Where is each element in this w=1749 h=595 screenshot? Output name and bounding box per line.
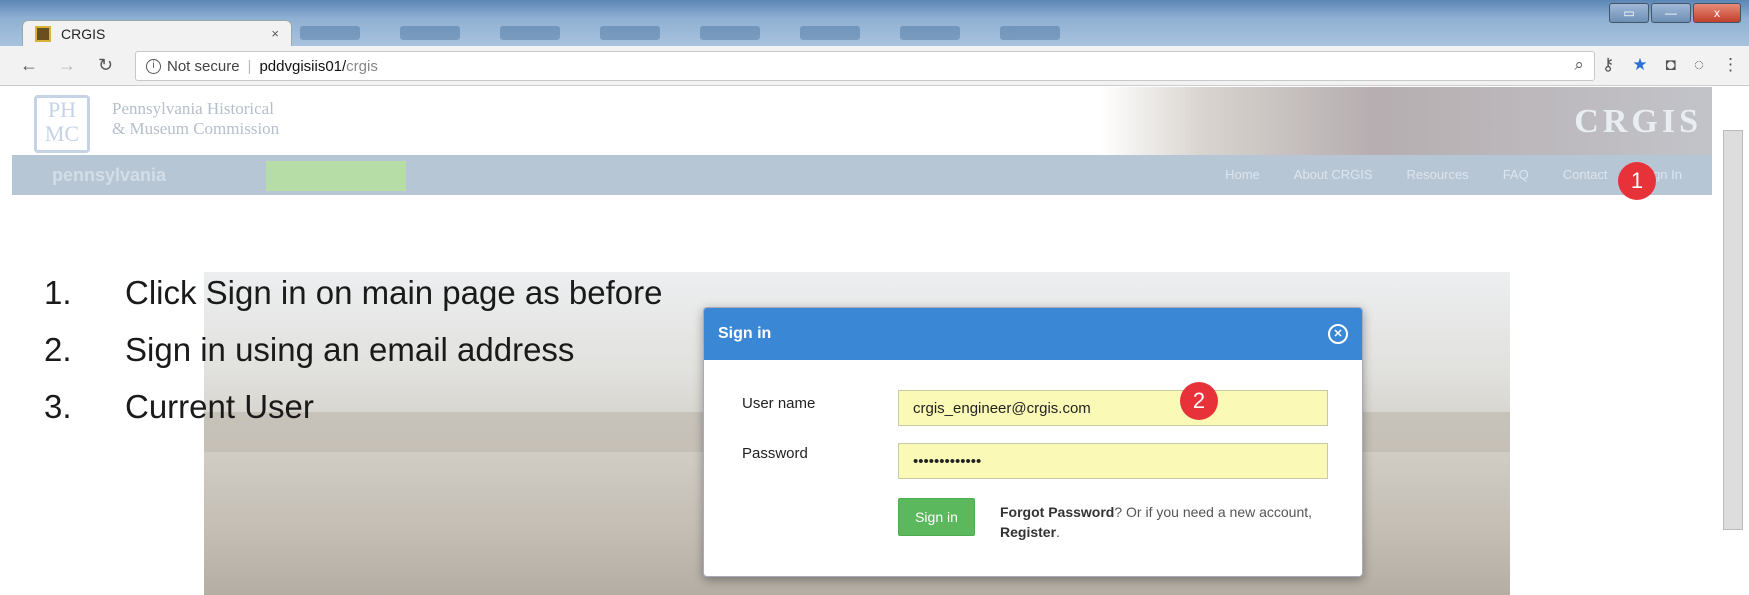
url-path: crgis	[346, 57, 378, 75]
back-arrow-icon[interactable]: ←	[20, 55, 38, 76]
register-link[interactable]: Register	[1000, 524, 1056, 540]
step-number: 2.	[44, 330, 72, 368]
instruction-steps: 1. Click Sign in on main page as before …	[44, 264, 662, 435]
menu-kebab-icon[interactable]: ⋮	[1722, 55, 1739, 75]
vertical-scrollbar[interactable]	[1723, 130, 1743, 530]
profile-icon[interactable]: ◌	[1694, 55, 1704, 75]
site-header: PH MC Pennsylvania Historical & Museum C…	[12, 87, 1712, 195]
tab-title: CRGIS	[61, 25, 106, 42]
step-text: Click Sign in on main page as before	[125, 273, 663, 311]
bookmark-star-icon[interactable]: ★	[1632, 55, 1647, 75]
nav-about[interactable]: About CRGIS	[1294, 167, 1373, 182]
modal-title: Sign in	[718, 325, 772, 342]
annotation-badge-1: 1	[1618, 162, 1656, 200]
browser-titlebar: CRGIS × ▭ — x	[0, 0, 1749, 46]
username-label: User name	[742, 395, 816, 412]
forgot-middle-text: ? Or if you need a new account,	[1114, 504, 1313, 520]
phmc-logo[interactable]: PH MC	[34, 95, 90, 153]
org-name-line1: Pennsylvania Historical	[112, 99, 274, 118]
annotation-badge-2: 2	[1180, 382, 1218, 420]
info-icon[interactable]: i	[146, 58, 161, 74]
username-field[interactable]	[898, 390, 1328, 426]
highlight-tab[interactable]	[266, 161, 406, 191]
zoom-icon[interactable]: ⌕	[1574, 55, 1584, 75]
window-controls: ▭ — x	[1609, 3, 1741, 23]
browser-toolbar: ← → ↻ i Not secure | pddvgisiis01/crgis …	[0, 46, 1749, 86]
password-field[interactable]	[898, 443, 1328, 479]
sign-in-button[interactable]: Sign in	[898, 498, 975, 536]
step-text: Sign in using an email address	[125, 330, 575, 368]
nav-faq[interactable]: FAQ	[1503, 167, 1529, 182]
toolbar-icons: ⌕ ⚷ ★ ◘ ◌ ⋮	[1574, 55, 1739, 75]
nav-contact[interactable]: Contact	[1563, 167, 1608, 182]
nav-home[interactable]: Home	[1225, 167, 1260, 182]
screen: CRGIS × ▭ — x ← → ↻ i Not secure | pddvg…	[0, 0, 1749, 595]
restore-button[interactable]: ▭	[1609, 3, 1649, 23]
nav-menu: Home About CRGIS Resources FAQ Contact S…	[1225, 167, 1682, 182]
forward-arrow-icon[interactable]: →	[58, 55, 76, 76]
step-item: 3. Current User	[44, 378, 662, 435]
url-host: pddvgisiis01/	[259, 57, 347, 75]
org-name-line2: & Museum Commission	[112, 119, 280, 138]
nav-resources[interactable]: Resources	[1407, 167, 1469, 182]
crgis-logo[interactable]: CRGIS	[1574, 103, 1702, 141]
taskbar-background	[300, 22, 1300, 44]
step-number: 1.	[44, 273, 72, 311]
address-bar[interactable]: i Not secure | pddvgisiis01/crgis	[135, 51, 1595, 81]
step-text: Current User	[125, 387, 314, 425]
password-label: Password	[742, 445, 808, 462]
site-banner: PH MC Pennsylvania Historical & Museum C…	[12, 87, 1712, 155]
tab-close-icon[interactable]: ×	[271, 26, 279, 41]
extension-icon[interactable]: ◘	[1666, 55, 1676, 75]
url-separator: |	[247, 57, 252, 75]
crgis-favicon-icon	[35, 25, 51, 42]
step-item: 1. Click Sign in on main page as before	[44, 264, 662, 321]
step-number: 3.	[44, 387, 72, 425]
sign-in-modal: Sign in ✕ User name Password Sign in For…	[703, 307, 1363, 577]
step-item: 2. Sign in using an email address	[44, 321, 662, 378]
security-label: Not secure	[167, 57, 240, 75]
forgot-password-link[interactable]: Forgot Password	[1000, 504, 1114, 520]
key-icon[interactable]: ⚷	[1602, 55, 1614, 75]
forgot-register-text: Forgot Password? Or if you need a new ac…	[1000, 502, 1320, 542]
minimize-button[interactable]: —	[1651, 3, 1691, 23]
modal-header: Sign in ✕	[704, 308, 1362, 360]
browser-tab[interactable]: CRGIS ×	[22, 20, 292, 46]
org-name: Pennsylvania Historical & Museum Commiss…	[112, 99, 279, 139]
reload-icon[interactable]: ↻	[98, 55, 113, 76]
site-nav: pennsylvania Home About CRGIS Resources …	[12, 155, 1712, 195]
close-icon[interactable]: ✕	[1328, 324, 1348, 344]
pennsylvania-logo[interactable]: pennsylvania	[52, 165, 166, 186]
forgot-end-text: .	[1056, 524, 1060, 540]
close-window-button[interactable]: x	[1693, 3, 1741, 23]
